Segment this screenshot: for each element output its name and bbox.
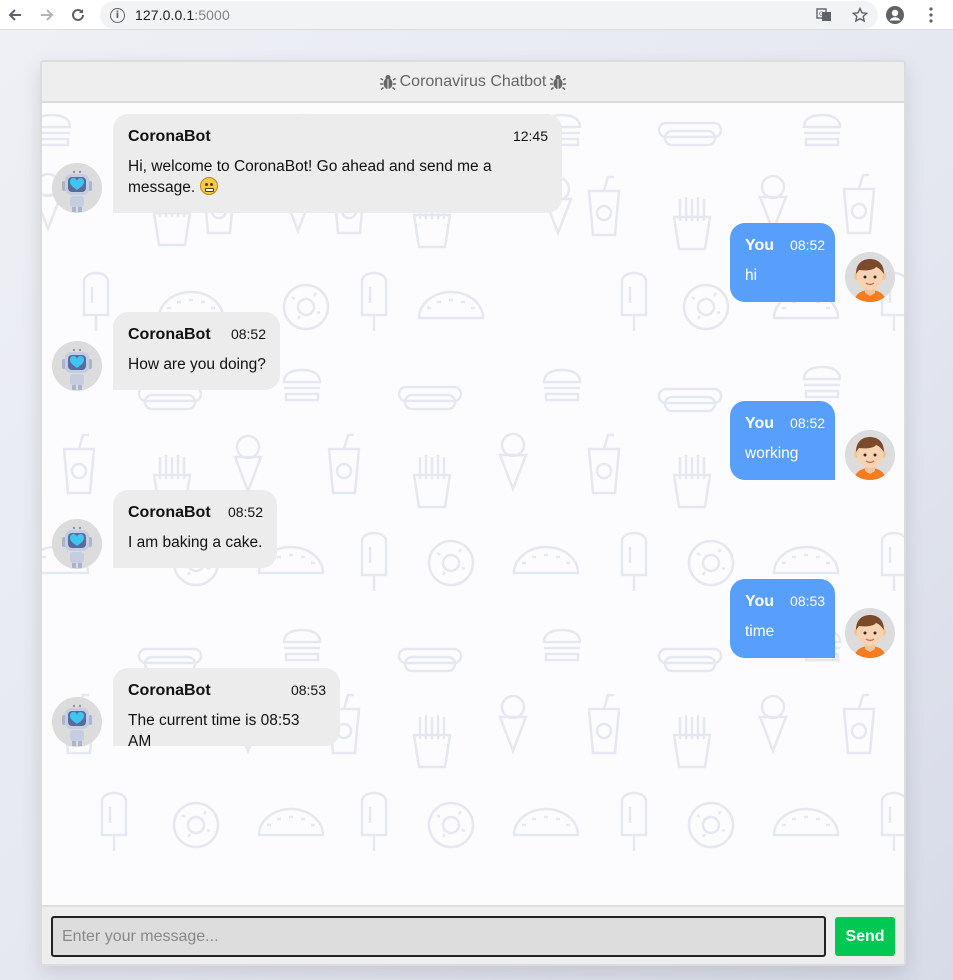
message-info: You 08:52 <box>745 237 825 255</box>
message-text-content: Hi, welcome to CoronaBot! Go ahead and s… <box>128 158 492 196</box>
message-sender: CoronaBot <box>128 504 211 521</box>
message-info: CoronaBot 08:52 <box>128 504 263 522</box>
reload-icon <box>72 8 84 21</box>
message-text: I am baking a cake. <box>128 534 263 551</box>
message-info: CoronaBot 08:53 <box>128 682 326 700</box>
message-text: Hi, welcome to CoronaBot! Go ahead and s… <box>128 156 548 198</box>
bot-avatar <box>52 697 102 747</box>
user-avatar <box>845 430 895 480</box>
message-time: 08:52 <box>230 326 266 342</box>
message-info: You 08:52 <box>745 415 825 433</box>
message-text: How are you doing? <box>128 356 266 373</box>
bot-avatar <box>52 519 102 569</box>
bot-bubble: CoronaBot 12:45 Hi, welcome to CoronaBot… <box>113 114 562 213</box>
bot-bubble: CoronaBot 08:52 I am baking a cake. <box>113 490 277 568</box>
svg-text:G: G <box>819 11 824 18</box>
message-info: CoronaBot 12:45 <box>128 128 548 146</box>
send-button[interactable]: Send <box>835 917 895 956</box>
user-bubble: You 08:53 time <box>730 579 835 658</box>
menu-kebab-icon[interactable] <box>920 4 942 26</box>
chat-title: Coronavirus Chatbot <box>399 72 547 90</box>
message-time: 08:52 <box>790 237 826 253</box>
message-text: working <box>745 445 799 462</box>
message-time: 08:52 <box>790 415 826 431</box>
translate-icon[interactable]: G <box>814 5 834 25</box>
message-input[interactable] <box>51 916 826 957</box>
bot-avatar <box>52 341 102 391</box>
chat-header: Coronavirus Chatbot <box>42 62 904 103</box>
user-avatar <box>845 252 895 302</box>
message-sender: You <box>745 237 775 254</box>
browser-toolbar: i 127.0.0.1:5000 G <box>0 0 953 30</box>
message-info: You 08:53 <box>745 593 825 611</box>
bug-icon <box>379 73 397 91</box>
url-text: 127.0.0.1:5000 <box>135 7 230 23</box>
chat-window: Coronavirus Chatbot CoronaBot 12:45 Hi, … <box>40 60 906 966</box>
arrow-right-icon <box>41 9 54 21</box>
bookmark-star-icon[interactable] <box>850 5 870 25</box>
message-time: 08:53 <box>290 682 326 698</box>
message-sender: CoronaBot <box>128 326 211 343</box>
reload-button[interactable] <box>63 0 93 30</box>
back-button[interactable] <box>0 0 30 30</box>
message-sender: CoronaBot <box>128 128 211 145</box>
message-time: 08:52 <box>227 504 263 520</box>
address-bar[interactable]: i 127.0.0.1:5000 G <box>100 1 878 29</box>
info-icon[interactable]: i <box>110 7 125 23</box>
user-avatar <box>845 608 895 658</box>
message-sender: You <box>745 415 775 432</box>
url-port: :5000 <box>194 7 230 23</box>
chat-messages[interactable]: CoronaBot 12:45 Hi, welcome to CoronaBot… <box>42 103 904 905</box>
message-sender: You <box>745 593 775 610</box>
user-bubble: You 08:52 hi <box>730 223 835 302</box>
message-time: 12:45 <box>512 128 548 144</box>
message-text: The current time is 08:53 AM <box>128 712 300 750</box>
message-text: hi <box>745 267 758 284</box>
arrow-left-icon <box>8 9 21 21</box>
bot-bubble: CoronaBot 08:52 How are you doing? <box>113 312 280 390</box>
url-host: 127.0.0.1 <box>135 7 195 23</box>
forward-button[interactable] <box>32 0 62 30</box>
account-icon[interactable] <box>884 4 906 26</box>
bot-bubble: CoronaBot 08:53 The current time is 08:5… <box>113 668 340 750</box>
bug-icon <box>549 73 567 91</box>
message-input-area: Send <box>42 905 904 964</box>
grimacing-emoji-icon <box>199 177 218 195</box>
bot-avatar <box>52 163 102 213</box>
message-text: time <box>745 623 775 640</box>
message-time: 08:53 <box>790 593 826 609</box>
message-info: CoronaBot 08:52 <box>128 326 266 344</box>
message-sender: CoronaBot <box>128 682 211 699</box>
user-bubble: You 08:52 working <box>730 401 835 480</box>
